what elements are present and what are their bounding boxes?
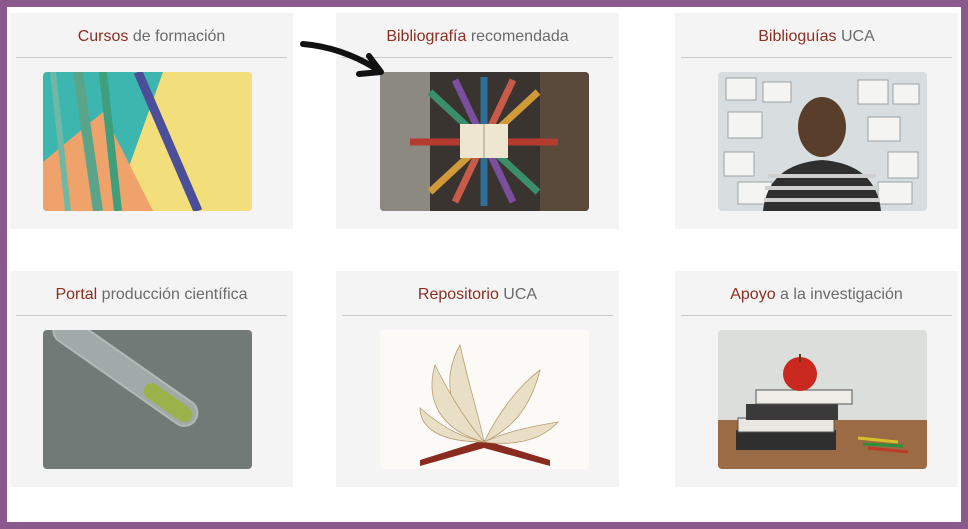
- person-wall-image[interactable]: [718, 72, 927, 211]
- arrow-icon: [300, 41, 384, 77]
- card-title[interactable]: Repositorio UCA: [342, 285, 613, 316]
- card-cursos-formacion[interactable]: Cursos de formación: [10, 13, 293, 229]
- card-title[interactable]: Apoyo a la investigación: [681, 285, 952, 316]
- card-portal-produccion[interactable]: Portal producción científica: [10, 271, 293, 487]
- card-biblioguias[interactable]: Biblioguías UCA: [675, 13, 958, 229]
- apple-books-image[interactable]: [718, 330, 927, 469]
- card-title[interactable]: Biblioguías UCA: [681, 27, 952, 58]
- card-repositorio[interactable]: Repositorio UCA: [336, 271, 619, 487]
- card-title[interactable]: Cursos de formación: [16, 27, 287, 58]
- card-apoyo-investigacion[interactable]: Apoyo a la investigación: [675, 271, 958, 487]
- test-tube-image[interactable]: [43, 330, 252, 469]
- card-title[interactable]: Portal producción científica: [16, 285, 287, 316]
- book-sculpture-image[interactable]: [380, 72, 589, 211]
- page-frame: Cursos de formación Bibliografía recomen…: [7, 7, 961, 522]
- open-book-image[interactable]: [380, 330, 589, 469]
- markers-image[interactable]: [43, 72, 252, 211]
